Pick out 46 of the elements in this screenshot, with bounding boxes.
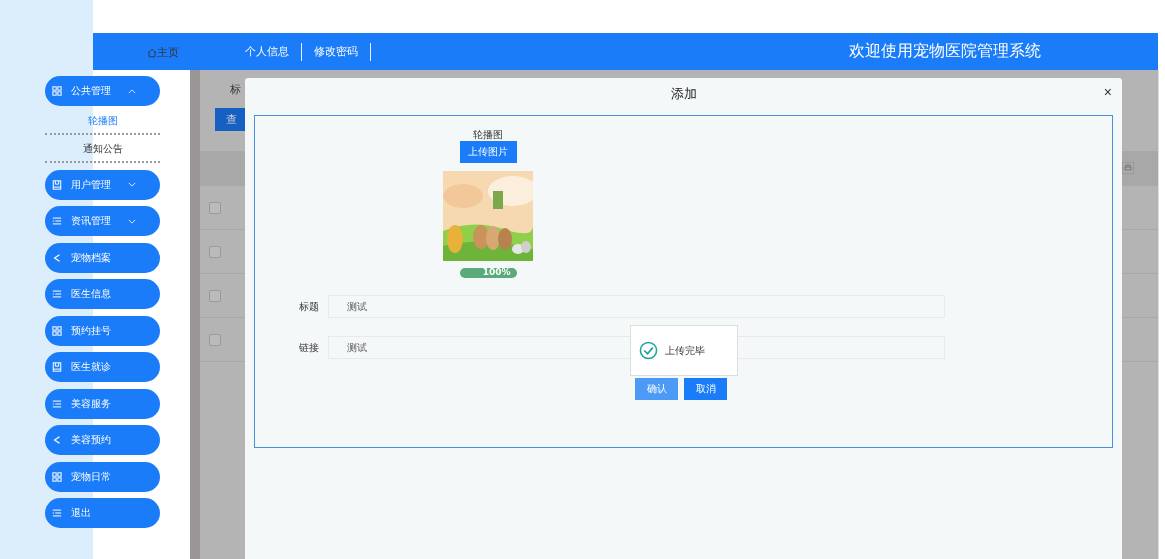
dialog-title: 添加 <box>670 85 697 103</box>
menu-item[interactable]: 医生信息 <box>45 279 160 309</box>
row-checkbox[interactable] <box>209 201 221 214</box>
close-button[interactable]: × <box>1101 84 1114 100</box>
field-label: 轮播图 <box>473 129 503 141</box>
menu-item[interactable]: 退出 <box>45 498 160 528</box>
upload-button[interactable]: 上传图片 <box>459 141 517 163</box>
dialog-button[interactable]: 确认 <box>635 378 678 400</box>
menu-icon <box>52 216 62 226</box>
app-title: 欢迎使用宠物医院管理系统 <box>849 41 1041 62</box>
menu-icon <box>52 362 62 372</box>
menu-item[interactable]: 宠物档案 <box>45 242 160 273</box>
submenu-item[interactable]: 轮播图 <box>45 108 160 135</box>
nav-link[interactable]: 个人信息 <box>233 42 302 61</box>
submenu-item[interactable]: 通知公告 <box>45 137 160 163</box>
menu-item[interactable]: 资讯管理 <box>45 206 160 236</box>
nav-link[interactable]: 修改密码 <box>302 42 371 61</box>
menu-item[interactable]: 预约挂号 <box>45 315 160 346</box>
row-checkbox[interactable] <box>209 245 221 258</box>
menu-icon <box>52 325 62 336</box>
menu-icon <box>52 179 62 190</box>
menu-item[interactable]: 宠物日常 <box>45 461 160 492</box>
search-label: 标 <box>230 81 241 97</box>
home-link[interactable]: 主页 <box>93 33 233 60</box>
menu-icon <box>52 252 62 263</box>
menu-item[interactable]: 美容服务 <box>45 388 160 419</box>
field-label: 链接 <box>298 340 320 355</box>
menu-icon <box>52 508 62 518</box>
toast-text: 上传完毕 <box>665 343 705 358</box>
input-field[interactable]: 测试 <box>328 295 945 318</box>
home-icon <box>147 47 157 58</box>
menu-item[interactable]: 美容预约 <box>45 425 160 455</box>
menu-item[interactable]: 公共管理 <box>45 76 160 106</box>
menu-icon <box>52 289 62 299</box>
menu-icon <box>52 398 62 409</box>
row-checkbox[interactable] <box>209 333 221 346</box>
dialog-button[interactable]: 取消 <box>684 378 727 400</box>
menu-icon <box>52 435 62 445</box>
field-label: 标题 <box>298 299 320 314</box>
menu-item[interactable]: 医生就诊 <box>45 352 160 382</box>
menu-icon <box>52 86 62 96</box>
menu-icon <box>52 471 62 482</box>
row-checkbox[interactable] <box>209 289 221 302</box>
menu-item[interactable]: 用户管理 <box>45 169 160 200</box>
progress-reading: 100% <box>482 268 511 277</box>
print-icon[interactable] <box>1122 162 1134 174</box>
